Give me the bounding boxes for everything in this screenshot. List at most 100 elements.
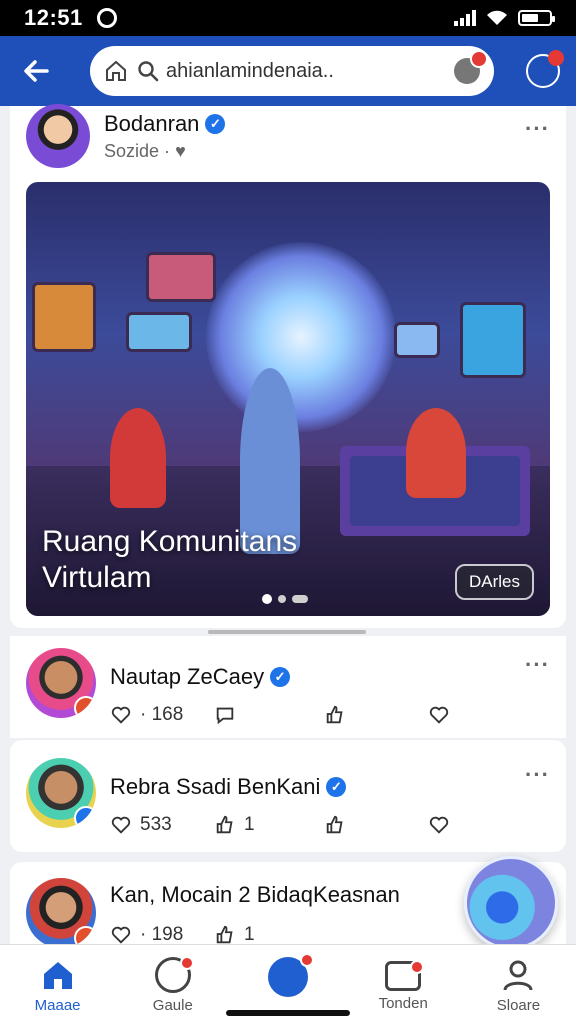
notification-badge [410, 960, 425, 974]
nav-item-trending[interactable]: Tonden [346, 945, 461, 1024]
post-actions: · 168 [110, 702, 550, 728]
nav-label: Sloare [496, 997, 541, 1014]
like-count: · 168 [140, 704, 184, 725]
search-icon [138, 61, 159, 82]
author-name: Rebra Ssadi BenKani [110, 774, 321, 799]
list-item[interactable]: Rebra Ssadi BenKani ✓ ··· 533 1 [10, 740, 566, 852]
heart-outline-icon [429, 706, 449, 724]
subtitle-text: Sozide · [104, 140, 171, 161]
like-count: 533 [140, 814, 172, 835]
screen-graphic [126, 312, 192, 352]
profile-icon [503, 960, 533, 991]
person-graphic [110, 408, 166, 508]
signal-icon [454, 10, 476, 26]
notification-badge [470, 50, 488, 68]
comment-button[interactable] [214, 704, 324, 726]
carousel-dot[interactable] [278, 595, 286, 603]
save-button[interactable] [428, 814, 450, 836]
hero-title-line2: Virtulam [42, 561, 152, 594]
heart-icon: ♥ [175, 140, 186, 161]
carousel-dot[interactable] [262, 594, 272, 604]
compass-icon [154, 956, 194, 993]
heart-outline-icon [111, 926, 131, 944]
post-actions: 533 1 [110, 812, 550, 838]
thumbs-up-icon [216, 925, 233, 944]
screen-graphic [394, 322, 440, 358]
save-button[interactable] [428, 704, 450, 726]
post-subtitle: Sozide · ♥ [104, 141, 225, 162]
more-options-icon[interactable]: ··· [525, 116, 550, 142]
more-options-icon[interactable]: ··· [525, 652, 550, 678]
thumbs-up-icon [216, 815, 233, 834]
home-indicator [226, 1010, 350, 1016]
author-name: Bodanran [104, 110, 200, 136]
heart-outline-icon [111, 706, 131, 724]
list-item[interactable]: Nautap ZeCaey ✓ ··· · 168 [10, 636, 566, 738]
floating-game-button[interactable] [464, 856, 558, 950]
author-name: Kan, Mocain 2 BidaqKeasnan [110, 882, 400, 907]
thumbs-up-button[interactable] [324, 704, 428, 726]
home-icon [43, 962, 72, 989]
nav-label: Tonden [378, 995, 428, 1012]
author-name: Nautap ZeCaey [110, 664, 265, 689]
post-author[interactable]: Nautap ZeCaey ✓ [110, 664, 291, 690]
screen-graphic [32, 282, 96, 352]
hero-pill-button[interactable]: DArles [454, 564, 534, 600]
home-icon [106, 60, 126, 81]
nav-label: Maaae [34, 997, 81, 1014]
globe-graphic [206, 242, 396, 432]
notification-badge [179, 956, 194, 970]
globe-icon [268, 953, 314, 997]
carousel-dots[interactable] [262, 594, 308, 604]
hero-title-line1: Ruang Komunitans [42, 525, 298, 558]
app-header [0, 36, 576, 106]
search-input[interactable] [166, 59, 426, 83]
avatar[interactable] [26, 648, 96, 718]
screen-graphic [146, 252, 216, 302]
like-button[interactable]: · 168 [110, 704, 214, 726]
notifications-icon[interactable] [526, 50, 564, 88]
carousel-dot[interactable] [292, 595, 308, 603]
nav-item-home[interactable]: Maaae [0, 945, 115, 1024]
battery-icon [518, 10, 555, 26]
status-badge [74, 696, 96, 718]
screen-graphic [460, 302, 526, 378]
notification-icon [96, 8, 117, 28]
thumbs-up-icon [326, 815, 343, 834]
avatar[interactable] [26, 104, 90, 168]
share-button[interactable]: 1 [214, 814, 324, 836]
like-count: · 198 [140, 924, 184, 945]
scroll-indicator [208, 630, 366, 634]
heart-outline-icon [429, 816, 449, 834]
thumbs-up-button[interactable] [324, 814, 428, 836]
post-author[interactable]: Kan, Mocain 2 BidaqKeasnan [110, 882, 400, 908]
share-count: 1 [244, 924, 255, 945]
post-author[interactable]: Rebra Ssadi BenKani ✓ [110, 774, 347, 800]
status-badge [74, 806, 96, 828]
more-options-icon[interactable]: ··· [525, 762, 550, 788]
notification-badge [300, 953, 314, 967]
wifi-icon [487, 10, 507, 25]
share-button[interactable]: 1 [214, 924, 324, 946]
post-header: Bodanran ✓ Sozide · ♥ ··· [10, 104, 566, 168]
verified-icon: ✓ [205, 113, 226, 134]
search-bar[interactable] [90, 46, 494, 96]
avatar[interactable] [26, 878, 96, 948]
thumbs-up-icon [326, 705, 343, 724]
featured-post: Bodanran ✓ Sozide · ♥ ··· Ruang Komunita… [10, 104, 566, 628]
back-arrow-icon[interactable] [16, 51, 56, 91]
voice-search-icon[interactable] [454, 50, 488, 84]
share-count: 1 [244, 814, 255, 835]
avatar[interactable] [26, 758, 96, 828]
post-author[interactable]: Bodanran ✓ [104, 110, 226, 137]
person-graphic [406, 408, 466, 498]
like-button[interactable]: · 198 [110, 924, 214, 946]
nav-item-games[interactable]: Gaule [115, 945, 230, 1024]
status-time: 12:51 [24, 5, 83, 30]
nav-item-profile[interactable]: Sloare [461, 945, 576, 1024]
like-button[interactable]: 533 [110, 814, 214, 836]
tv-icon [385, 960, 425, 991]
verified-icon: ✓ [270, 667, 291, 687]
heart-outline-icon [111, 816, 131, 834]
hero-image[interactable]: Ruang Komunitans Virtulam DArles [26, 182, 550, 616]
